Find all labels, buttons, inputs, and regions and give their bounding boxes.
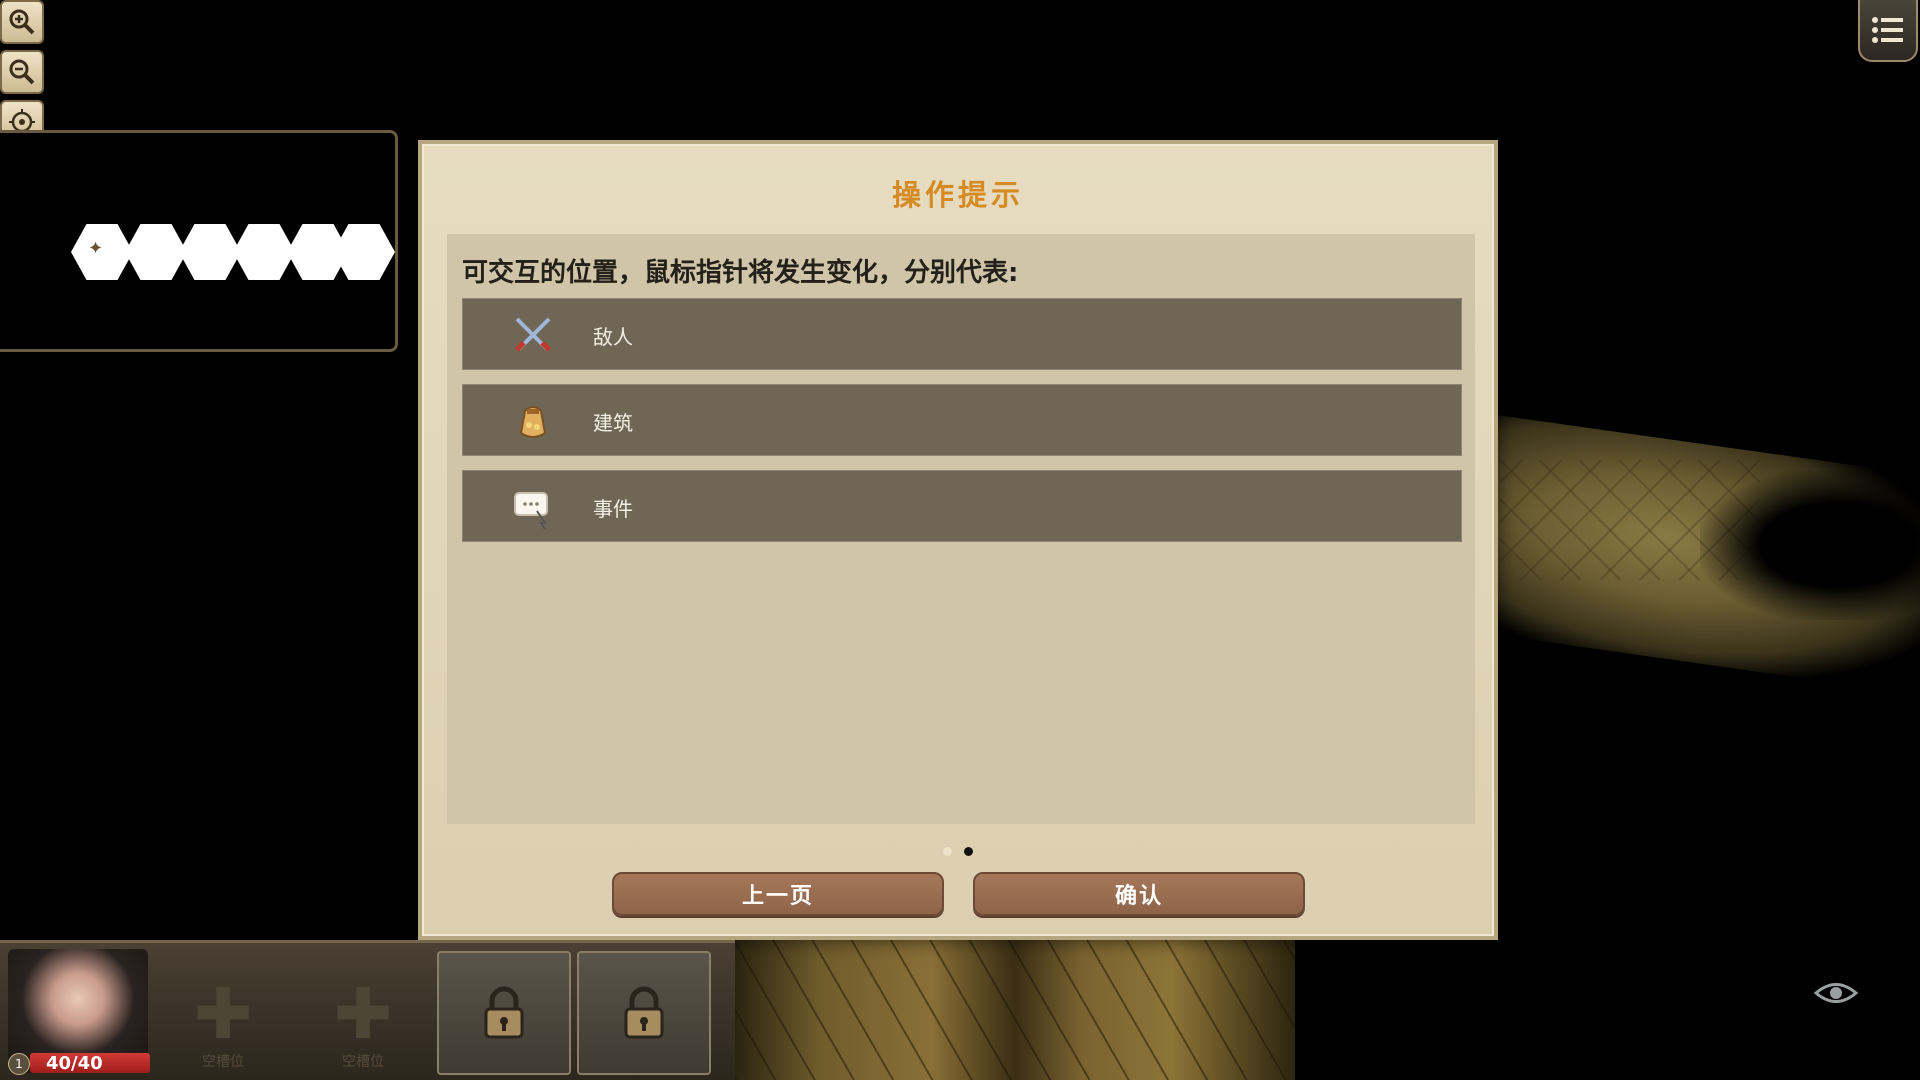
minimap-hex-tile — [333, 224, 395, 280]
floor-tile-lines — [735, 940, 1295, 1080]
minimap-hex-tile — [125, 224, 187, 280]
dialog-title: 操作提示 — [891, 178, 1024, 212]
prev-page-button[interactable]: 上一页 — [612, 872, 944, 916]
crossed-swords-icon — [511, 313, 555, 357]
add-member-button[interactable]: ✚ — [330, 973, 396, 1055]
row-label-enemy: 敌人 — [593, 325, 633, 349]
tutorial-dialog: 操作提示 可交互的位置，鼠标指针将发生变化，分别代表: 敌人 建筑 事件 上一页… — [418, 140, 1498, 940]
lock-icon — [624, 986, 664, 1039]
slot-caption: 空槽位 — [342, 1054, 384, 1070]
locked-slot — [577, 951, 711, 1075]
row-label-building: 建筑 — [593, 411, 633, 435]
zoom-in-button[interactable] — [0, 0, 44, 44]
row-label-event: 事件 — [593, 497, 633, 521]
cursor-row-enemy: 敌人 — [462, 298, 1462, 370]
lock-icon — [484, 986, 524, 1039]
locked-slot — [437, 951, 571, 1075]
speech-bubble-icon — [511, 485, 555, 529]
minimap-hex-tile — [179, 224, 241, 280]
player-marker-icon: ✦ — [88, 238, 104, 259]
menu-button[interactable] — [1858, 0, 1918, 62]
minimap[interactable]: ✦ — [0, 130, 398, 352]
page-indicator — [422, 847, 1494, 856]
floor-shadow — [1700, 470, 1920, 620]
menu-list-icon — [1872, 17, 1903, 43]
slot-caption: 空槽位 — [202, 1054, 244, 1070]
minimap-hex-tile — [233, 224, 295, 280]
plus-icon: ✚ — [333, 973, 393, 1055]
party-bar: 1 40/40 ✚ 空槽位 ✚ 空槽位 — [0, 940, 735, 1080]
plus-icon: ✚ — [193, 973, 253, 1055]
view-toggle-button[interactable] — [1814, 978, 1858, 1008]
instruction-text: 可交互的位置，鼠标指针将发生变化，分别代表: — [462, 258, 1019, 288]
add-member-button[interactable]: ✚ — [190, 973, 256, 1055]
cursor-row-building: 建筑 — [462, 384, 1462, 456]
zoom-out-button[interactable] — [0, 50, 44, 94]
treasure-bag-icon — [511, 399, 555, 443]
level-badge: 1 — [8, 1053, 30, 1075]
cursor-row-event: 事件 — [462, 470, 1462, 542]
confirm-button[interactable]: 确认 — [973, 872, 1305, 916]
page-dot[interactable] — [943, 847, 952, 856]
zoom-in-icon — [9, 9, 35, 35]
eye-icon — [1814, 983, 1858, 1003]
zoom-out-icon — [9, 59, 35, 85]
page-dot-active[interactable] — [964, 847, 973, 856]
hp-bar: 40/40 — [30, 1053, 150, 1074]
content-panel: 可交互的位置，鼠标指针将发生变化，分别代表: 敌人 建筑 事件 — [447, 234, 1475, 824]
